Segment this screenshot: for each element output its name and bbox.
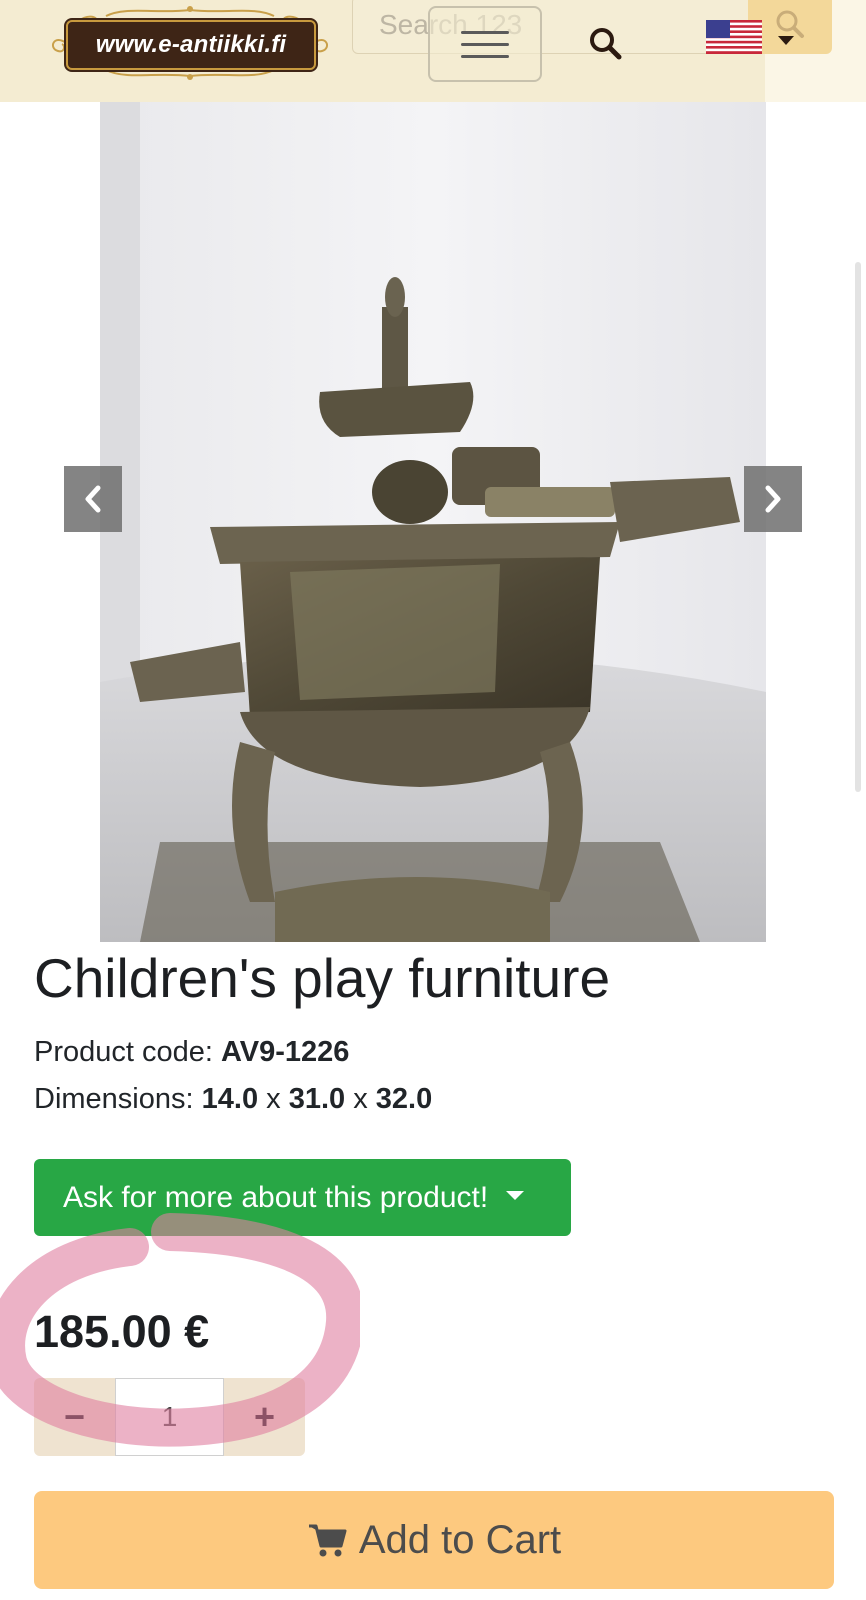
language-selector[interactable] (706, 20, 802, 60)
dimension-height: 32.0 (375, 1083, 433, 1115)
site-header: www.e-antiikki.fi (0, 0, 866, 102)
search-input[interactable] (352, 0, 752, 54)
product-code-value: AV9-1226 (221, 1036, 350, 1068)
toy-stove-photo (100, 102, 766, 942)
us-flag-icon (706, 20, 762, 54)
product-price: 185.00 € (34, 1306, 210, 1357)
product-title: Children's play furniture (34, 947, 611, 1009)
menu-bar-icon (461, 30, 509, 34)
quantity-stepper: − + (34, 1378, 305, 1456)
quantity-input[interactable] (115, 1378, 224, 1456)
menu-toggle-button[interactable] (428, 6, 542, 82)
product-code-label: Product code: (34, 1036, 221, 1068)
product-dimensions: Dimensions: 14.0 x 31.0 x 32.0 (34, 1081, 432, 1117)
dimension-separator: x (345, 1083, 376, 1115)
chevron-down-icon (506, 1191, 525, 1200)
chevron-left-icon (85, 485, 101, 513)
add-to-cart-button[interactable]: Add to Cart (34, 1491, 834, 1589)
chevron-down-icon (778, 36, 794, 45)
carousel-prev-button[interactable] (64, 466, 122, 532)
chevron-right-icon (765, 485, 781, 513)
dimension-width: 14.0 (201, 1083, 259, 1115)
menu-bar-icon (461, 54, 509, 58)
product-page: www.e-antiikki.fi Search 123 Children's … (0, 0, 866, 1600)
page-scrollbar[interactable] (855, 262, 861, 792)
quantity-decrease-button[interactable]: − (34, 1378, 115, 1456)
dimension-depth: 31.0 (288, 1083, 346, 1115)
add-to-cart-label: Add to Cart (358, 1517, 562, 1562)
ask-about-product-button[interactable]: Ask for more about this product! (34, 1159, 571, 1236)
ask-button-label: Ask for more about this product! (63, 1180, 489, 1214)
product-code: Product code: AV9-1226 (34, 1034, 349, 1070)
carousel-next-button[interactable] (744, 466, 802, 532)
dimension-separator: x (258, 1083, 289, 1115)
product-image[interactable] (100, 102, 766, 942)
shopping-cart-icon (308, 1524, 347, 1557)
site-logo[interactable]: www.e-antiikki.fi (46, 4, 334, 82)
dimensions-label: Dimensions: (34, 1083, 202, 1115)
quantity-increase-button[interactable]: + (224, 1378, 305, 1456)
logo-text: www.e-antiikki.fi (95, 31, 287, 58)
search-icon[interactable] (588, 26, 622, 60)
logo-plate: www.e-antiikki.fi (66, 20, 316, 70)
menu-bar-icon (461, 42, 509, 46)
